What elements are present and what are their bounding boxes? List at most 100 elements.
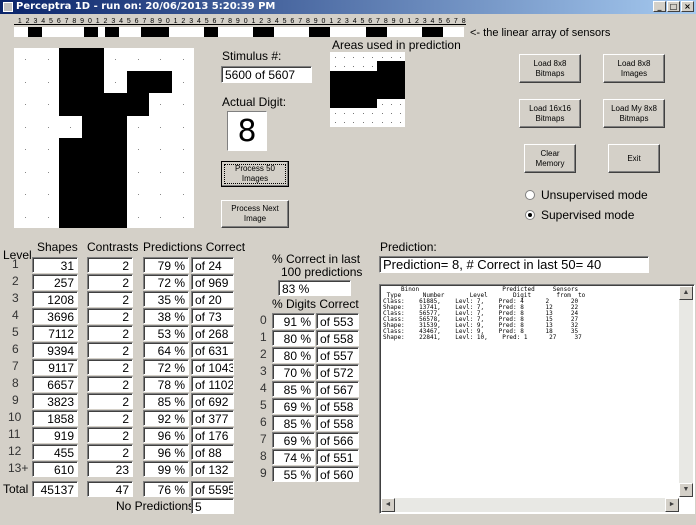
contrasts-count: 2 — [87, 444, 133, 460]
area-pixel — [339, 61, 348, 70]
area-pixel — [377, 118, 386, 127]
areas-label: Areas used in prediction — [332, 38, 461, 52]
load-16x16-bitmaps-button[interactable]: Load 16x16 Bitmaps — [519, 99, 581, 128]
scroll-down-icon[interactable]: ▼ — [679, 483, 693, 497]
image-pixel — [127, 138, 150, 161]
predictions-pct: 85 % — [143, 393, 189, 409]
predictions-of: of 73 — [191, 308, 234, 324]
predictions-of: of 24 — [191, 257, 234, 273]
shapes-count: 9394 — [32, 342, 78, 358]
area-pixel — [367, 98, 377, 109]
predictions-of: of 20 — [191, 291, 234, 307]
digit-of: of 560 — [316, 466, 359, 482]
load-my-8x8-bitmaps-button[interactable]: Load My 8x8 Bitmaps — [603, 99, 665, 128]
total-shapes: 45137 — [32, 481, 78, 497]
image-pixel — [126, 93, 149, 116]
shapes-count: 7112 — [32, 325, 78, 341]
level-number: 3 — [12, 291, 19, 305]
load-8x8-bitmaps-button[interactable]: Load 8x8 Bitmaps — [519, 54, 581, 83]
last100-label-line2: 100 predictions — [281, 265, 363, 279]
digit-of: of 557 — [316, 347, 359, 363]
area-pixel — [358, 89, 368, 99]
contrasts-count: 2 — [87, 325, 133, 341]
sensor-cell — [246, 27, 253, 37]
contrasts-count: 2 — [87, 410, 133, 426]
image-pixel — [37, 161, 60, 184]
area-pixel — [395, 61, 405, 71]
predictions-pct: 79 % — [143, 257, 189, 273]
sensor-cell — [435, 27, 443, 37]
area-pixel — [358, 52, 367, 61]
image-pixel — [149, 161, 172, 184]
area-pixel — [348, 89, 359, 99]
image-pixel — [81, 160, 104, 183]
level-number: 1 — [12, 257, 19, 271]
image-pixel — [59, 160, 82, 183]
image-pixel — [172, 206, 195, 229]
image-pixel — [104, 71, 127, 94]
area-pixel — [358, 108, 367, 117]
sensor-cell — [316, 27, 324, 37]
area-pixel — [367, 70, 377, 81]
digit-of: of 553 — [316, 313, 359, 329]
digit-label: 6 — [260, 415, 267, 429]
sensor-array — [14, 27, 464, 37]
vertical-scrollbar[interactable]: ▲ ▼ — [679, 286, 693, 497]
digit-label: 2 — [260, 347, 267, 361]
image-pixel — [104, 93, 127, 116]
image-pixel — [127, 116, 150, 139]
area-pixel — [395, 70, 405, 81]
sensor-cell — [77, 27, 84, 37]
level-number: 2 — [12, 274, 19, 288]
radio-unchecked-icon — [525, 190, 535, 200]
load-8x8-images-button[interactable]: Load 8x8 Images — [603, 54, 665, 83]
exit-button[interactable]: Exit — [608, 144, 660, 173]
image-pixel — [127, 206, 150, 229]
unsupervised-mode-radio[interactable]: Unsupervised mode — [525, 188, 648, 202]
actual-digit-label: Actual Digit: — [222, 95, 287, 109]
area-pixel — [358, 80, 368, 90]
image-pixel — [14, 183, 37, 206]
image-pixel — [104, 138, 127, 161]
scroll-left-icon[interactable]: ◄ — [381, 498, 395, 512]
shapes-count: 1858 — [32, 410, 78, 426]
stimulus-image-grid — [14, 48, 194, 228]
shapes-count: 3823 — [32, 393, 78, 409]
maximize-button[interactable]: □ — [667, 1, 680, 12]
image-pixel — [14, 48, 37, 71]
supervised-mode-radio[interactable]: Supervised mode — [525, 208, 634, 222]
sensor-cell — [372, 27, 380, 37]
scroll-up-icon[interactable]: ▲ — [679, 286, 693, 300]
area-pixel — [339, 98, 349, 109]
sensor-cell — [359, 27, 366, 37]
area-pixel — [377, 99, 386, 108]
minimize-button[interactable]: _ — [653, 1, 666, 12]
area-pixel — [386, 52, 395, 61]
digit-label: 9 — [260, 466, 267, 480]
image-pixel — [14, 138, 37, 161]
horizontal-scrollbar[interactable]: ◄ ► — [381, 498, 679, 512]
sensor-cell — [210, 27, 218, 37]
process-50-images-button[interactable]: Process 50 Images — [221, 161, 289, 187]
area-pixel — [367, 80, 377, 90]
radio-checked-icon — [525, 210, 535, 220]
level-number: 6 — [12, 342, 19, 356]
list-item[interactable]: Shape: 22841, Levl: 10, Pred: 1 27 37 — [383, 335, 585, 341]
process-next-image-button[interactable]: Process Next Image — [221, 200, 289, 228]
shapes-count: 9117 — [32, 359, 78, 375]
scroll-right-icon[interactable]: ► — [665, 498, 679, 512]
close-button[interactable]: × — [681, 1, 694, 12]
clear-memory-button[interactable]: Clear Memory — [524, 144, 576, 173]
sensor-cell — [154, 27, 162, 37]
sensor-cell — [176, 27, 183, 37]
sensor-cell — [49, 27, 56, 37]
predictions-of: of 631 — [191, 342, 234, 358]
image-pixel — [104, 115, 127, 138]
area-pixel — [330, 70, 340, 81]
contrasts-count: 2 — [87, 291, 133, 307]
binon-list[interactable]: Binon Predicted Sensors Type Number Leve… — [379, 284, 695, 514]
sensor-cell — [190, 27, 197, 37]
digit-pct: 74 % — [272, 449, 315, 465]
shapes-header: Shapes — [37, 240, 78, 254]
area-pixel — [367, 89, 377, 99]
